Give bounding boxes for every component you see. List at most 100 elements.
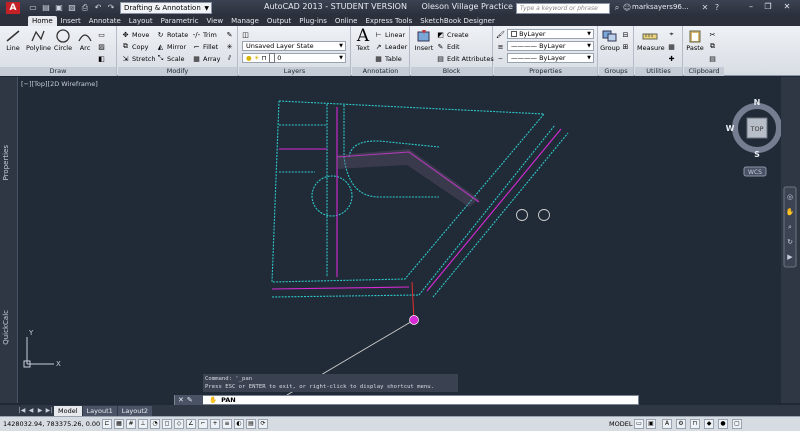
tab-home[interactable]: Home [28, 16, 57, 26]
leader-button[interactable]: ↗ Leader [374, 41, 408, 52]
coordinates-readout[interactable]: 1428032.94, 783375.26, 0.00 [0, 420, 102, 428]
layer-select[interactable]: ● ☀ ⊓ ▪ 0 ▼ [242, 53, 346, 63]
explode-button[interactable]: ✳ [225, 41, 234, 52]
application-menu-button[interactable]: A [0, 0, 26, 16]
3d-osnap-icon[interactable]: ◇ [174, 419, 184, 429]
draw-panel-title[interactable]: Draw [0, 67, 116, 76]
tab-insert[interactable]: Insert [57, 16, 85, 26]
tab-plugins[interactable]: Plug-ins [295, 16, 331, 26]
binoculars-icon[interactable]: ⌕ [612, 3, 622, 13]
block-panel-title[interactable]: Block [411, 67, 492, 76]
properties-palette-tab[interactable]: Properties [2, 145, 10, 180]
next-tab-icon[interactable]: ▶ [36, 407, 44, 414]
insert-button[interactable]: Insert [413, 28, 435, 52]
layout-tab-layout2[interactable]: Layout2 [117, 405, 152, 416]
grid-icon[interactable]: # [126, 419, 136, 429]
linetype-select[interactable]: ———— ByLayer ▼ [507, 53, 594, 63]
workspace-switching-icon[interactable]: ⚙ [676, 419, 686, 429]
lineweight-icon-button[interactable]: ≡ [496, 41, 505, 52]
open-folder-icon[interactable]: ▤ [41, 3, 51, 13]
restore-button[interactable]: ❐ [761, 1, 775, 13]
offset-button[interactable]: ⫽ [225, 53, 234, 64]
fillet-button[interactable]: ⌐ Fillet [192, 41, 219, 52]
annotation-panel-title[interactable]: Annotation [352, 67, 409, 76]
copy-button[interactable]: ⧉ Copy [121, 41, 149, 52]
prev-tab-icon[interactable]: ◀ [27, 407, 35, 414]
tab-express-tools[interactable]: Express Tools [361, 16, 416, 26]
layer-properties-button[interactable]: ◫ [241, 29, 250, 40]
tab-online[interactable]: Online [331, 16, 362, 26]
line-button[interactable]: Line [2, 28, 24, 52]
copy-clip-button[interactable]: ⧉ [708, 41, 717, 52]
help-icon[interactable]: ? [712, 3, 722, 13]
tab-view[interactable]: View [202, 16, 227, 26]
redo-icon[interactable]: ↷ [106, 3, 116, 13]
layout-tab-layout1[interactable]: Layout1 [82, 405, 117, 416]
lineweight-select[interactable]: ———— ByLayer ▼ [507, 41, 594, 51]
last-tab-icon[interactable]: ▶| [45, 407, 53, 414]
pan-hand-icon[interactable]: ✋ [786, 207, 795, 216]
close-button[interactable]: ✕ [780, 1, 794, 13]
linetype-icon-button[interactable]: ┄ [496, 53, 505, 64]
save-icon[interactable]: ▣ [54, 3, 64, 13]
stretch-button[interactable]: ⇲ Stretch [121, 53, 156, 64]
id-point-button[interactable]: ✚ [667, 53, 676, 64]
layers-panel-title[interactable]: Layers [239, 67, 350, 76]
search-input[interactable]: Type a keyword or phrase [516, 3, 610, 14]
snap-icon[interactable]: ▦ [114, 419, 124, 429]
showmotion-icon[interactable]: ▶ [787, 253, 793, 261]
model-space-toggle[interactable]: MODEL [609, 420, 632, 428]
clean-screen-icon[interactable]: ▢ [732, 419, 742, 429]
utilities-panel-title[interactable]: Utilities [635, 67, 682, 76]
table-button[interactable]: ▦ Table [374, 53, 402, 64]
infer-constraints-icon[interactable]: ⊏ [102, 419, 112, 429]
isolate-objects-icon[interactable]: ● [718, 419, 728, 429]
annotation-scale-icon[interactable]: A [662, 419, 672, 429]
text-button[interactable]: A Text [352, 26, 374, 52]
linear-dimension-button[interactable]: ⊢ Linear [374, 29, 405, 40]
clipboard-panel-title[interactable]: Clipboard [684, 67, 724, 76]
layer-state-select[interactable]: Unsaved Layer State ▼ [242, 41, 346, 51]
match-clip-button[interactable]: ▤ [708, 53, 717, 64]
dyn-icon[interactable]: + [210, 419, 220, 429]
quick-select-button[interactable]: ⌖ [667, 29, 676, 40]
zoom-icon[interactable]: ⌕ [788, 223, 792, 231]
user-icon[interactable]: ☺ [622, 3, 632, 13]
minimize-button[interactable]: – [744, 1, 758, 13]
quick-properties-icon[interactable]: ▤ [246, 419, 256, 429]
compass-south[interactable]: S [754, 150, 760, 159]
gradient-button[interactable]: ◧ [97, 53, 106, 64]
erase-button[interactable]: ✎ [225, 29, 234, 40]
compass-west[interactable]: W [726, 124, 735, 133]
tab-parametric[interactable]: Parametric [157, 16, 203, 26]
ducs-icon[interactable]: ⌐ [198, 419, 208, 429]
ungroup-button[interactable]: ⊟ [621, 29, 630, 40]
command-line[interactable]: ✕ ✎ ✋ PAN [174, 395, 639, 405]
workspace-select[interactable]: Drafting & Annotation ▼ [120, 2, 212, 14]
tab-sketchbook-designer[interactable]: SketchBook Designer [416, 16, 499, 26]
measure-button[interactable]: Measure [637, 28, 665, 52]
user-name[interactable]: marksayers96... [632, 3, 689, 11]
undo-icon[interactable]: ↶ [93, 3, 103, 13]
quickcalc-palette-tab[interactable]: QuickCalc [2, 310, 10, 345]
cut-button[interactable]: ✂ [708, 29, 717, 40]
move-button[interactable]: ✥ Move [121, 29, 150, 40]
mirror-button[interactable]: ◭ Mirror [156, 41, 186, 52]
transparency-icon[interactable]: ◐ [234, 419, 244, 429]
arc-button[interactable]: Arc [74, 28, 96, 52]
quick-view-drawings-icon[interactable]: ▣ [646, 419, 656, 429]
compass-north[interactable]: N [754, 98, 761, 107]
hardware-acceleration-icon[interactable]: ◆ [704, 419, 714, 429]
first-tab-icon[interactable]: |◀ [18, 407, 26, 414]
rotate-button[interactable]: ↻ Rotate [156, 29, 189, 40]
close-icon[interactable]: ✕ [178, 396, 184, 404]
calculator-button[interactable]: ▦ [667, 41, 676, 52]
tab-manage[interactable]: Manage [227, 16, 263, 26]
drawing-viewport[interactable]: [−][Top][2D Wireframe] Y X [19, 77, 781, 403]
color-select[interactable]: ByLayer ▼ [507, 29, 594, 39]
lineweight-toggle-icon[interactable]: ≡ [222, 419, 232, 429]
groups-panel-title[interactable]: Groups [599, 67, 633, 76]
osnap-icon[interactable]: ◻ [162, 419, 172, 429]
paste-button[interactable]: Paste [684, 28, 706, 52]
layout-tab-model[interactable]: Model [54, 405, 82, 416]
